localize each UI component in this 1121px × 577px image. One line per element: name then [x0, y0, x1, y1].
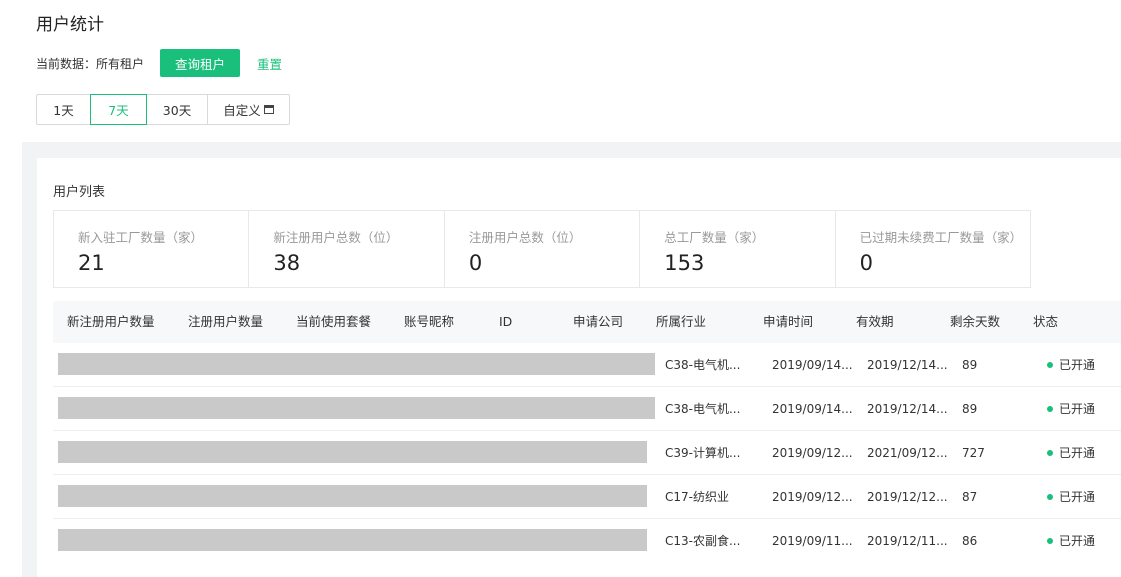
date-range-selector: 1天 7天 30天 自定义: [36, 94, 290, 125]
status-text: 已开通: [1059, 534, 1096, 548]
column-header[interactable]: 当前使用套餐: [296, 301, 371, 343]
days-left-cell: 87: [962, 490, 978, 504]
stat-expired-factories: 已过期未续费工厂数量（家） 0: [836, 211, 1030, 287]
apply-time-cell: 2019/09/12...: [772, 490, 853, 504]
table-row[interactable]: C38-电气机... 2019/09/14... 2019/12/14... 8…: [53, 343, 1121, 387]
status-text: 已开通: [1059, 402, 1096, 416]
stat-total-factories: 总工厂数量（家） 153: [640, 211, 836, 287]
status-text: 已开通: [1059, 490, 1096, 504]
industry-cell: C17-纺织业: [665, 490, 729, 504]
valid-until-cell: 2021/09/12...: [867, 446, 948, 460]
valid-until-cell: 2019/12/14...: [867, 358, 948, 372]
days-left-cell: 86: [962, 534, 978, 548]
range-custom-label: 自定义: [223, 103, 261, 118]
table-row[interactable]: C17-纺织业 2019/09/12... 2019/12/12... 87 已…: [53, 475, 1121, 519]
table-row[interactable]: C38-电气机... 2019/09/14... 2019/12/14... 8…: [53, 387, 1121, 431]
calendar-icon: [263, 105, 274, 114]
page-title: 用户统计: [36, 15, 104, 35]
status-dot-icon: [1047, 362, 1053, 368]
current-data-label: 当前数据：所有租户: [36, 56, 145, 71]
valid-until-cell: 2019/12/14...: [867, 402, 948, 416]
status-dot-icon: [1047, 538, 1053, 544]
stat-label: 注册用户总数（位）: [468, 230, 582, 245]
query-tenant-button[interactable]: 查询租户: [160, 49, 241, 77]
redacted-cells: [58, 529, 647, 551]
stat-value: 0: [468, 251, 483, 275]
apply-time-cell: 2019/09/12...: [772, 446, 853, 460]
stat-new-factories: 新入驻工厂数量（家） 21: [54, 211, 250, 287]
stat-value: 21: [78, 251, 105, 275]
stat-new-registered-users: 新注册用户总数（位） 38: [249, 211, 445, 287]
reset-link[interactable]: 重置: [257, 54, 282, 73]
stat-total-registered-users: 注册用户总数（位） 0: [445, 211, 641, 287]
industry-cell: C38-电气机...: [665, 402, 741, 416]
range-30-day-label: 30天: [162, 103, 192, 118]
status-cell: 已开通: [1047, 431, 1095, 475]
status-dot-icon: [1047, 450, 1053, 456]
range-1-day-label: 1天: [53, 103, 74, 118]
status-text: 已开通: [1059, 446, 1096, 460]
column-header[interactable]: 有效期: [856, 301, 894, 343]
valid-until-cell: 2019/12/12...: [867, 490, 948, 504]
apply-time-cell: 2019/09/14...: [772, 358, 853, 372]
column-header[interactable]: 账号昵称: [404, 301, 454, 343]
column-header[interactable]: 新注册用户数量: [67, 301, 155, 343]
redacted-cells: [58, 353, 655, 375]
column-header[interactable]: 申请公司: [573, 301, 623, 343]
status-dot-icon: [1047, 406, 1053, 412]
stat-label: 已过期未续费工厂数量（家）: [859, 230, 1023, 245]
column-header[interactable]: 注册用户数量: [188, 301, 263, 343]
industry-cell: C13-农副食...: [665, 534, 741, 548]
valid-until-cell: 2019/12/11...: [867, 534, 948, 548]
status-cell: 已开通: [1047, 343, 1095, 387]
range-7-day-label: 7天: [108, 103, 129, 118]
apply-time-cell: 2019/09/11...: [772, 534, 853, 548]
apply-time-cell: 2019/09/14...: [772, 402, 853, 416]
stat-value: 0: [859, 251, 873, 275]
days-left-cell: 89: [962, 402, 978, 416]
range-1-day-button[interactable]: 1天: [36, 94, 91, 125]
stat-label: 新入驻工厂数量（家）: [78, 230, 204, 245]
tenant-bar: 当前数据：所有租户 查询租户 重置: [36, 49, 282, 77]
stat-label: 新注册用户总数（位）: [273, 230, 399, 245]
range-30-day-button[interactable]: 30天: [146, 94, 208, 125]
column-header[interactable]: 申请时间: [763, 301, 813, 343]
status-text: 已开通: [1059, 358, 1096, 372]
industry-cell: C38-电气机...: [665, 358, 741, 372]
table-row[interactable]: C39-计算机... 2019/09/12... 2021/09/12... 7…: [53, 431, 1121, 475]
status-dot-icon: [1047, 494, 1053, 500]
status-cell: 已开通: [1047, 519, 1095, 563]
column-header[interactable]: 状态: [1033, 301, 1058, 343]
status-cell: 已开通: [1047, 475, 1095, 519]
days-left-cell: 89: [962, 358, 978, 372]
table-header: 新注册用户数量 注册用户数量 当前使用套餐 账号昵称 ID 申请公司 所属行业 …: [53, 301, 1121, 343]
column-header[interactable]: 所属行业: [656, 301, 706, 343]
user-list-title: 用户列表: [53, 185, 106, 200]
range-7-day-button[interactable]: 7天: [90, 94, 147, 125]
column-header[interactable]: ID: [499, 301, 512, 343]
range-custom-button[interactable]: 自定义: [207, 94, 290, 125]
stats-panel: 新入驻工厂数量（家） 21 新注册用户总数（位） 38 注册用户总数（位） 0 …: [53, 210, 1031, 288]
status-cell: 已开通: [1047, 387, 1095, 431]
redacted-cells: [58, 441, 647, 463]
days-left-cell: 727: [962, 446, 985, 460]
column-header[interactable]: 剩余天数: [950, 301, 1000, 343]
stat-value: 153: [664, 251, 705, 275]
redacted-cells: [58, 485, 647, 507]
stat-label: 总工厂数量（家）: [664, 230, 765, 245]
industry-cell: C39-计算机...: [665, 446, 741, 460]
stat-value: 38: [273, 251, 301, 275]
redacted-cells: [58, 397, 655, 419]
table-row[interactable]: C13-农副食... 2019/09/11... 2019/12/11... 8…: [53, 519, 1121, 563]
